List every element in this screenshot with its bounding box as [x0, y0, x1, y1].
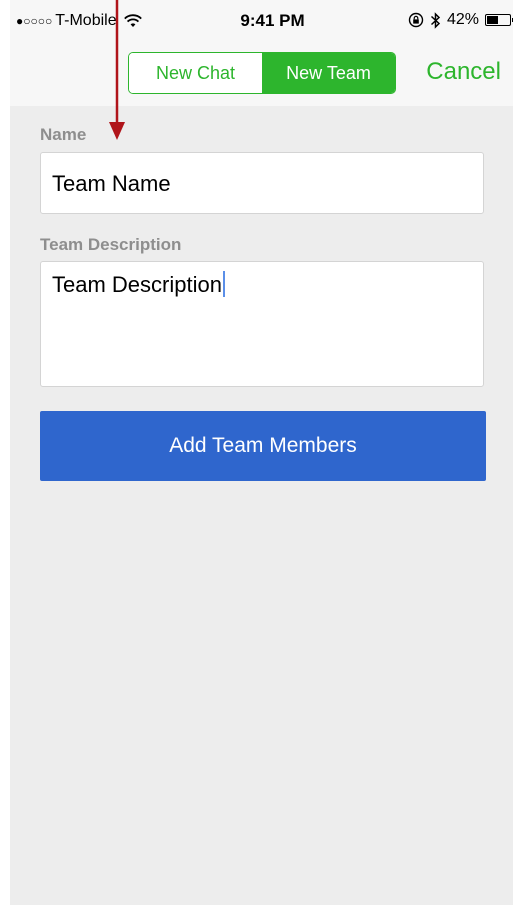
team-description-value: Team Description [52, 272, 222, 297]
team-description-input[interactable]: Team Description [40, 261, 484, 387]
segment-new-chat[interactable]: New Chat [129, 53, 262, 93]
team-name-value: Team Name [52, 171, 171, 196]
bluetooth-icon [430, 11, 441, 29]
nav-bar: New Chat New Team Cancel [10, 40, 513, 106]
name-label: Name [40, 125, 87, 144]
segment-new-team[interactable]: New Team [262, 53, 395, 93]
status-bar: ●○○○○ T-Mobile 9:41 PM 42% [10, 0, 513, 40]
battery-percent: 42% [446, 11, 479, 28]
cancel-button[interactable]: Cancel [426, 58, 501, 86]
battery-icon [485, 14, 513, 26]
status-right: 42% [408, 11, 513, 29]
phone-screen: ●○○○○ T-Mobile 9:41 PM 42% New Chat New … [10, 0, 513, 905]
team-description-label: Team Description [40, 235, 182, 254]
team-name-input[interactable]: Team Name [40, 152, 484, 214]
chat-team-segmented-control: New Chat New Team [128, 52, 396, 94]
text-cursor [222, 271, 225, 297]
rotation-lock-icon [408, 12, 424, 28]
add-team-members-button[interactable]: Add Team Members [40, 411, 486, 481]
